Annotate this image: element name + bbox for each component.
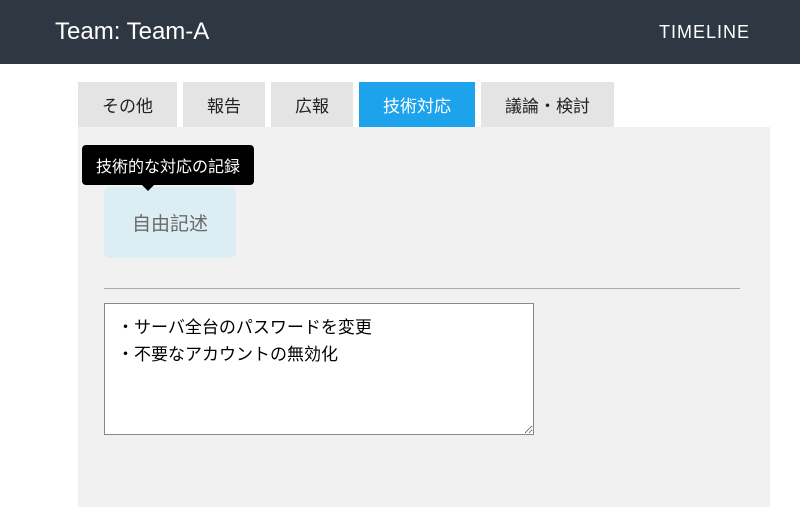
content: その他 報告 広報 技術対応 議論・検討 技術的な対応の記録 自由記述 <box>0 64 800 507</box>
freeform-textarea[interactable] <box>104 303 534 435</box>
tooltip: 技術的な対応の記録 <box>82 145 254 185</box>
panel: 技術的な対応の記録 自由記述 <box>78 127 770 507</box>
tab-discussion[interactable]: 議論・検討 <box>481 82 614 127</box>
tab-report[interactable]: 報告 <box>183 82 265 127</box>
tab-technical[interactable]: 技術対応 <box>359 82 475 127</box>
tabs: その他 報告 広報 技術対応 議論・検討 <box>78 82 770 127</box>
subtab-freeform[interactable]: 自由記述 <box>104 187 236 258</box>
header: Team: Team-A TIMELINE <box>0 0 800 64</box>
divider <box>104 288 740 289</box>
tab-other[interactable]: その他 <box>78 82 177 127</box>
timeline-link[interactable]: TIMELINE <box>659 22 750 43</box>
page-title: Team: Team-A <box>55 18 209 46</box>
tab-publicity[interactable]: 広報 <box>271 82 353 127</box>
subtab-row: 自由記述 <box>104 187 740 258</box>
